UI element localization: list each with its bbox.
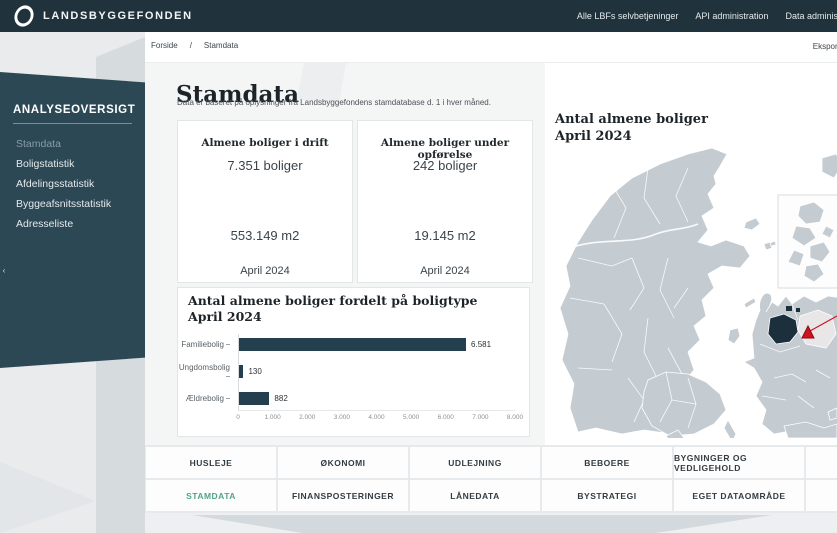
page-subtitle: Data er baseret på oplysninger fra Lands… [177,98,491,107]
tab-stamdata[interactable]: STAMDATA [146,480,276,511]
boligtype-chart-card: Antal almene boliger fordelt på boligtyp… [177,287,530,437]
topmenu-item-selvbetjeninger[interactable]: Alle LBFs selvbetjeninger [577,11,679,21]
breadcrumb-current: Stamdata [204,41,238,50]
breadcrumb-separator: / [190,41,192,50]
x-tick-label: 4.000 [368,414,384,421]
stat-card-boliger-i-drift: Almene boliger i drift 7.351 boliger 553… [177,120,353,283]
topmenu-item-data-administration[interactable]: Data administration [785,11,837,21]
sidebar-item[interactable]: Afdelingsstatistik [13,174,135,194]
topmenu: Alle LBFs selvbetjeninger API administra… [577,0,837,32]
x-tick-label: 1.000 [264,414,280,421]
footer-decor [145,513,837,533]
sidebar-divider [13,123,132,124]
breadcrumb-home[interactable]: Forside [151,41,178,50]
chart-bar[interactable] [239,392,269,405]
export-button[interactable]: Eksporter [813,42,837,51]
chart-bar[interactable] [239,338,466,351]
sidebar-item[interactable]: Adresseliste [13,214,135,234]
denmark-map[interactable] [548,138,837,438]
tab-beboere[interactable]: BEBOERE [542,447,672,478]
map-inset-copenhagen [770,195,837,288]
sidebar-item[interactable]: Boligstatistik [13,154,135,174]
topmenu-item-api-administration[interactable]: API administration [695,11,768,21]
x-tick-label: 0 [236,414,240,421]
x-tick-label: 8.000 [507,414,523,421]
stat-card-units: 242 boliger [358,158,532,173]
sidebar-item-label: Byggeafsnitsstatistik [16,198,111,210]
left-background: ANALYSEOVERSIGT Stamdata Boligstatistik … [0,32,145,533]
tab-eget-dataomraade[interactable]: EGET DATAOMRÅDE [674,480,804,511]
sidebar-item[interactable]: Byggeafsnitsstatistik [13,194,135,214]
sidebar-item-label: Adresseliste [16,218,73,230]
sidebar-collapse-toggle[interactable]: ‹ [0,260,8,282]
chart-title: Antal almene boliger fordelt på boligtyp… [188,293,478,324]
chart-bar-value: 6.581 [471,340,491,349]
sidebar-item-label: Boligstatistik [16,158,74,170]
stat-card-area: 553.149 m2 [178,228,352,243]
x-tick-label: 7.000 [472,414,488,421]
brand[interactable]: LANDSBYGGEFONDEN [14,6,193,26]
chart-category-label: Ungdomsbolig [178,363,230,381]
chart-category-label: Familiebolig [178,340,230,349]
brand-name: LANDSBYGGEFONDEN [43,10,193,22]
breadcrumb-bar: Forside / Stamdata Eksporter [145,32,837,63]
chart-bar-value: 130 [248,367,261,376]
x-tick-label: 3.000 [334,414,350,421]
x-tick-label: 2.000 [299,414,315,421]
topbar: LANDSBYGGEFONDEN Alle LBFs selvbetjening… [0,0,837,32]
tab-bystrategi[interactable]: BYSTRATEGI [542,480,672,511]
lbf-logo-icon [13,3,35,30]
tab-laanedata[interactable]: LÅNEDATA [410,480,540,511]
x-tick-label: 6.000 [438,414,454,421]
decor-wedge [0,462,96,533]
tab-udlejning[interactable]: UDLEJNING [410,447,540,478]
sidebar-item[interactable]: Stamdata [13,134,135,154]
stat-card-units: 7.351 boliger [178,158,352,173]
tab-bygninger-og-vedligehold[interactable]: BYGNINGER OG VEDLIGEHOLD [674,447,804,478]
chart-bar[interactable] [239,365,243,378]
sidebar-title: ANALYSEOVERSIGT [13,104,135,116]
stat-card-area: 19.145 m2 [358,228,532,243]
tab-partial[interactable] [806,480,837,511]
chart-x-axis-line [238,410,515,411]
stat-card-under-opfoerelse: Almene boliger under opførelse 242 bolig… [357,120,533,283]
footer-trapezoid [192,515,772,533]
tab-husleje[interactable]: HUSLEJE [146,447,276,478]
stat-card-period: April 2024 [178,265,352,277]
chart-bar-value: 882 [274,394,287,403]
x-axis-ticks: 01.0002.0003.0004.0005.0006.0007.0008.00… [238,414,515,426]
tab-partial[interactable] [806,447,837,478]
stat-card-period: April 2024 [358,265,532,277]
sidebar-item-label: Afdelingsstatistik [16,178,94,190]
dashboard-tabs: HUSLEJE ØKONOMI UDLEJNING BEBOERE BYGNIN… [145,445,837,513]
map-region-fyn [642,372,726,436]
main-content: Forside / Stamdata Eksporter Stamdata Da… [145,32,837,533]
tab-finansposteringer[interactable]: FINANSPOSTERINGER [278,480,408,511]
sidebar-item-label: Stamdata [16,138,61,150]
stat-card-title: Almene boliger i drift [178,137,352,149]
breadcrumb: Forside / Stamdata [151,41,238,50]
analysis-sidebar: ANALYSEOVERSIGT Stamdata Boligstatistik … [0,72,145,368]
app-window: LANDSBYGGEFONDEN Alle LBFs selvbetjening… [0,0,837,533]
stat-cards: Almene boliger i drift 7.351 boliger 553… [177,120,533,283]
tab-oekonomi[interactable]: ØKONOMI [278,447,408,478]
chart-category-label: Ældrebolig [178,394,230,403]
x-tick-label: 5.000 [403,414,419,421]
